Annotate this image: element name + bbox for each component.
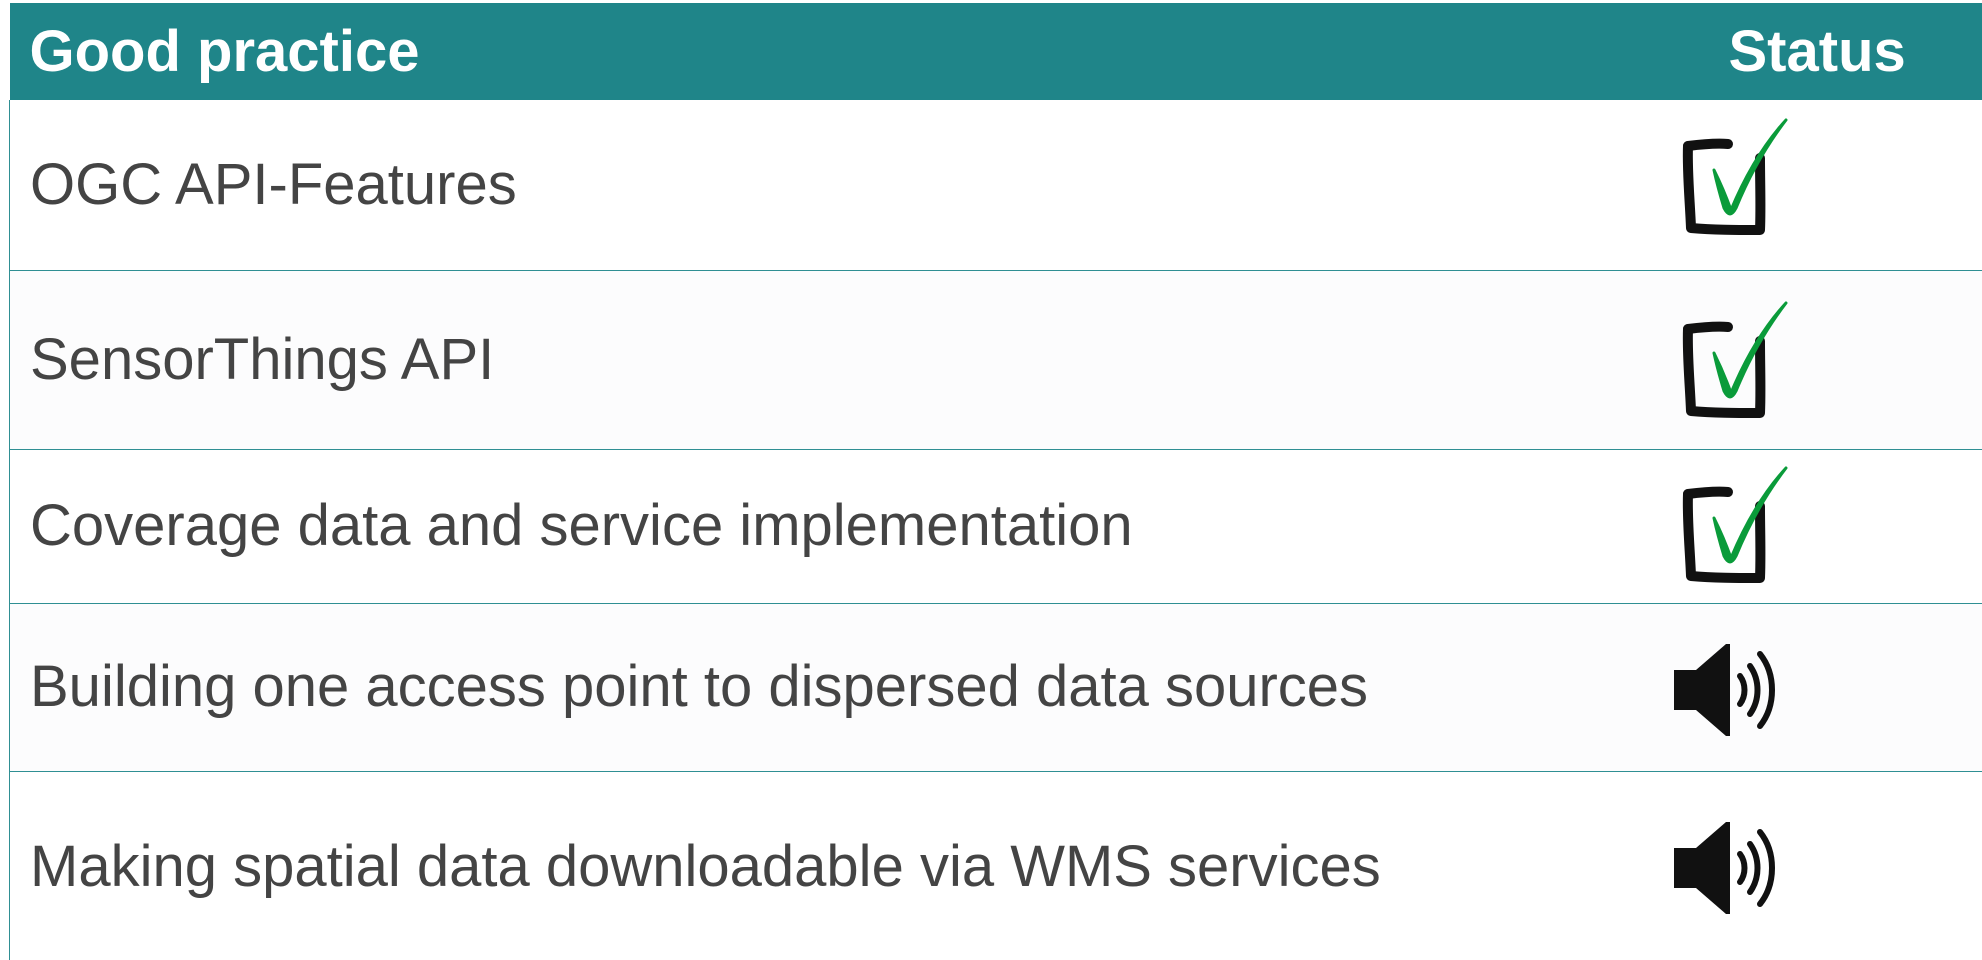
table-row: Making spatial data downloadable via WMS… (9, 770, 1982, 960)
status-cell (1591, 770, 1982, 960)
status-cell (1591, 602, 1982, 771)
practice-label: Coverage data and service implementation (9, 448, 1592, 603)
status-cell (1591, 448, 1982, 603)
checked-box-icon (1674, 460, 1794, 590)
good-practice-table: Good practice Status OGC API-Features Se… (9, 3, 1982, 960)
table-row: Coverage data and service implementation (9, 448, 1982, 603)
table-row: Building one access point to dispersed d… (9, 602, 1982, 771)
status-cell (1591, 269, 1982, 449)
table-row: OGC API-Features (9, 100, 1982, 270)
practice-label: SensorThings API (9, 269, 1592, 449)
speaker-icon (1670, 818, 1794, 918)
table-header-row: Good practice Status (9, 3, 1982, 100)
practice-label: OGC API-Features (9, 100, 1592, 270)
checked-box-icon (1674, 295, 1794, 425)
speaker-icon (1670, 640, 1794, 740)
table-row: SensorThings API (9, 269, 1982, 449)
header-status: Status (1728, 18, 1906, 84)
good-practice-slide: Good practice Status OGC API-Features Se… (0, 0, 1982, 960)
practice-label: Building one access point to dispersed d… (9, 602, 1592, 771)
header-good-practice: Good practice (29, 18, 420, 84)
practice-label: Making spatial data downloadable via WMS… (9, 770, 1592, 960)
status-cell (1592, 100, 1982, 270)
checked-box-icon (1674, 112, 1794, 242)
